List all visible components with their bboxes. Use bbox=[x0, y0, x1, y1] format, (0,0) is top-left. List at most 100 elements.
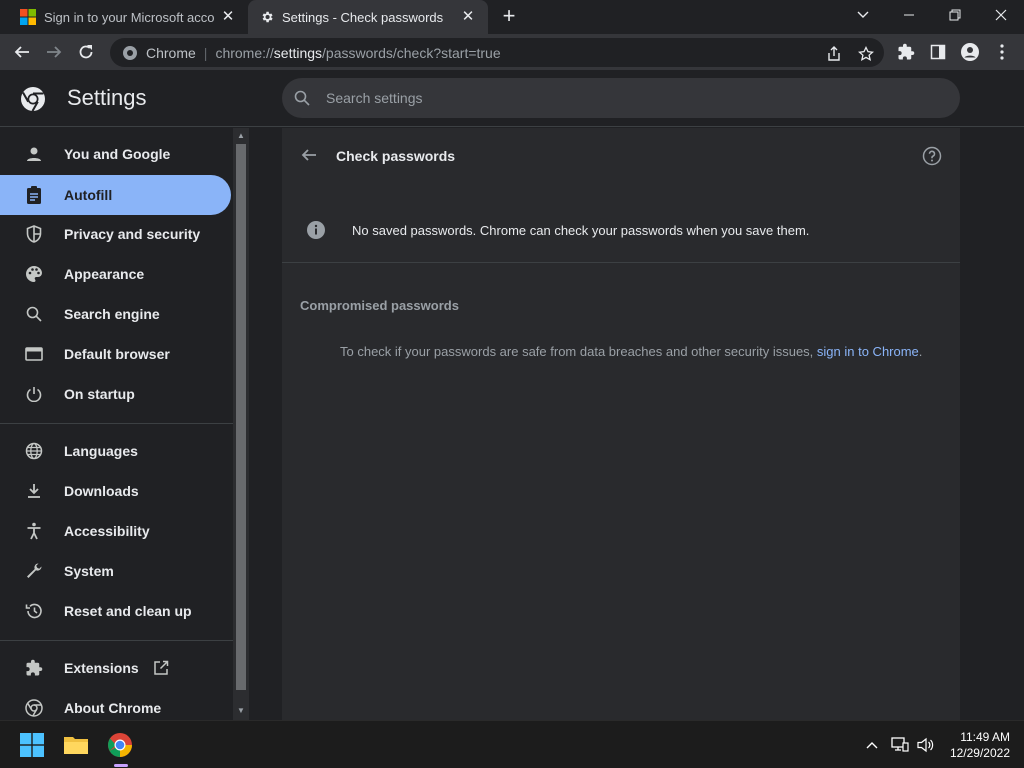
volume-icon[interactable] bbox=[916, 735, 936, 755]
power-icon bbox=[24, 384, 44, 404]
active-app-indicator bbox=[114, 764, 128, 767]
sidebar-item-reset-and-clean-up[interactable]: Reset and clean up bbox=[0, 591, 231, 631]
info-icon bbox=[307, 221, 325, 239]
system-clock[interactable]: 11:49 AM 12/29/2022 bbox=[950, 729, 1010, 761]
tab-title: Settings - Check passwords bbox=[282, 9, 444, 25]
globe-icon bbox=[24, 441, 44, 461]
extensions-button[interactable] bbox=[894, 40, 918, 64]
restore-icon bbox=[949, 9, 961, 21]
clipboard-icon bbox=[24, 185, 44, 205]
side-panel-icon bbox=[930, 44, 946, 60]
sidebar-scrollbar[interactable]: ▲ ▼ bbox=[233, 128, 249, 720]
network-icon[interactable] bbox=[890, 735, 910, 755]
sidebar-item-you-and-google[interactable]: You and Google bbox=[0, 134, 231, 174]
signin-link[interactable]: sign in to Chrome bbox=[817, 344, 919, 359]
signin-message-text: To check if your passwords are safe from… bbox=[340, 344, 814, 359]
help-icon[interactable] bbox=[922, 146, 942, 166]
sidebar-item-autofill[interactable]: Autofill bbox=[0, 175, 231, 215]
chrome-icon bbox=[108, 733, 132, 757]
sidebar-item-accessibility[interactable]: Accessibility bbox=[0, 511, 231, 551]
arrow-left-icon bbox=[14, 46, 29, 58]
sidebar-item-label: About Chrome bbox=[64, 700, 162, 716]
tab-microsoft-signin[interactable]: Sign in to your Microsoft account ✕ bbox=[0, 0, 248, 34]
browser-icon bbox=[24, 344, 44, 364]
reload-icon bbox=[79, 45, 93, 59]
sidebar-item-default-browser[interactable]: Default browser bbox=[0, 334, 231, 374]
tab-settings[interactable]: Settings - Check passwords ✕ bbox=[248, 0, 488, 34]
sidebar-item-languages[interactable]: Languages bbox=[0, 431, 231, 471]
sidebar-item-label: Languages bbox=[64, 443, 138, 459]
sidebar-item-label: You and Google bbox=[64, 146, 171, 162]
sidebar-item-label: Reset and clean up bbox=[64, 603, 192, 619]
url-host: settings bbox=[273, 44, 323, 61]
windows-taskbar: 11:49 AM 12/29/2022 bbox=[0, 720, 1024, 768]
sidebar-item-label: Autofill bbox=[64, 187, 113, 203]
sidebar-divider bbox=[0, 423, 233, 424]
browser-toolbar: Chrome | chrome:// settings /passwords/c… bbox=[0, 34, 1024, 70]
puzzle-icon bbox=[24, 658, 44, 678]
close-icon[interactable]: ✕ bbox=[220, 9, 236, 25]
sidebar-item-search-engine[interactable]: Search engine bbox=[0, 294, 231, 334]
address-bar[interactable]: Chrome | chrome:// settings /passwords/c… bbox=[110, 38, 884, 67]
search-placeholder: Search settings bbox=[326, 90, 423, 106]
history-icon bbox=[24, 601, 44, 621]
reload-button[interactable] bbox=[74, 40, 98, 64]
sidebar-item-system[interactable]: System bbox=[0, 551, 231, 591]
profile-button[interactable] bbox=[958, 40, 982, 64]
sidebar-item-label: Downloads bbox=[64, 483, 139, 499]
microsoft-logo-icon bbox=[20, 9, 36, 25]
sidebar-item-label: Search engine bbox=[64, 306, 160, 322]
sidebar-item-on-startup[interactable]: On startup bbox=[0, 374, 231, 414]
bookmark-star-icon[interactable] bbox=[856, 44, 876, 64]
signin-suffix: . bbox=[918, 344, 923, 359]
chrome-icon bbox=[24, 698, 44, 718]
omnibox-separator: | bbox=[203, 44, 208, 61]
menu-button[interactable] bbox=[990, 40, 1014, 64]
sidebar-item-privacy-and-security[interactable]: Privacy and security bbox=[0, 214, 231, 254]
minimize-icon bbox=[904, 14, 914, 16]
page-title: Settings bbox=[67, 85, 147, 110]
start-button[interactable] bbox=[16, 729, 48, 761]
url-path: /passwords/check?start=true bbox=[322, 44, 501, 61]
settings-sidebar: You and Google Autofill Privacy and secu… bbox=[0, 128, 233, 720]
search-settings-input[interactable]: Search settings bbox=[282, 78, 960, 118]
clock-date: 12/29/2022 bbox=[949, 746, 1010, 760]
chrome-icon bbox=[123, 45, 137, 60]
tab-search-button[interactable] bbox=[840, 0, 886, 30]
sidebar-item-label: Default browser bbox=[64, 346, 170, 362]
back-button[interactable] bbox=[10, 40, 34, 64]
sidebar-item-label: Appearance bbox=[64, 266, 145, 282]
close-icon[interactable]: ✕ bbox=[460, 9, 476, 25]
minimize-button[interactable] bbox=[886, 0, 932, 30]
windows-logo-icon bbox=[20, 733, 44, 757]
accessibility-icon bbox=[24, 521, 44, 541]
sidebar-item-appearance[interactable]: Appearance bbox=[0, 254, 231, 294]
sidebar-divider bbox=[0, 640, 233, 641]
sidebar-item-label: Privacy and security bbox=[64, 226, 201, 242]
file-explorer-button[interactable] bbox=[60, 729, 92, 761]
new-tab-button[interactable]: + bbox=[498, 5, 520, 27]
compromised-passwords-heading: Compromised passwords bbox=[300, 298, 459, 313]
scroll-up-icon[interactable]: ▲ bbox=[237, 131, 245, 140]
side-panel-button[interactable] bbox=[926, 40, 950, 64]
back-arrow-icon[interactable] bbox=[300, 146, 320, 166]
no-passwords-row: No saved passwords. Chrome can check you… bbox=[282, 208, 960, 263]
close-window-button[interactable] bbox=[978, 0, 1024, 30]
search-icon bbox=[294, 90, 310, 106]
scroll-down-icon[interactable]: ▼ bbox=[237, 706, 245, 715]
palette-icon bbox=[24, 264, 44, 284]
no-passwords-message: No saved passwords. Chrome can check you… bbox=[352, 223, 810, 238]
puzzle-icon bbox=[898, 43, 915, 60]
share-icon[interactable] bbox=[824, 44, 844, 64]
restore-button[interactable] bbox=[932, 0, 978, 30]
chrome-taskbar-button[interactable] bbox=[104, 729, 136, 761]
forward-button[interactable] bbox=[42, 40, 66, 64]
check-passwords-card: Check passwords No saved passwords. Chro… bbox=[282, 128, 960, 720]
wrench-icon bbox=[24, 561, 44, 581]
chevron-up-icon[interactable] bbox=[862, 735, 882, 755]
scrollbar-thumb[interactable] bbox=[236, 144, 246, 690]
sidebar-item-extensions[interactable]: Extensions bbox=[0, 648, 231, 688]
sidebar-item-downloads[interactable]: Downloads bbox=[0, 471, 231, 511]
person-icon bbox=[24, 144, 44, 164]
signin-message: To check if your passwords are safe from… bbox=[340, 344, 922, 359]
